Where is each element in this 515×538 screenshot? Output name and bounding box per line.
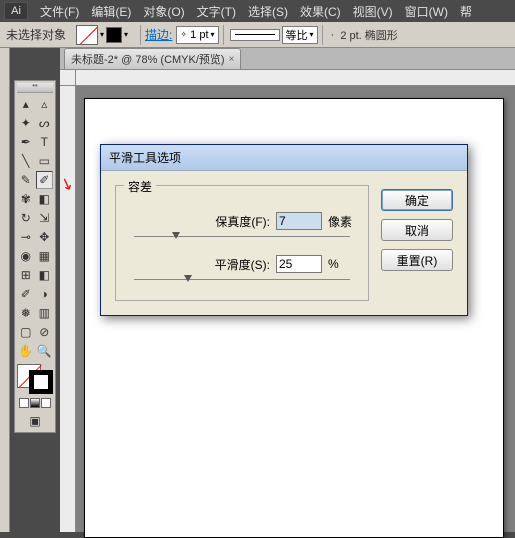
divider xyxy=(140,25,141,45)
menu-window[interactable]: 窗口(W) xyxy=(399,3,454,20)
fill-dropdown-icon[interactable]: ▾ xyxy=(100,30,104,39)
menu-file[interactable]: 文件(F) xyxy=(34,3,85,20)
line-tool-icon[interactable]: ╲ xyxy=(17,152,35,170)
ruler-corner xyxy=(60,70,76,86)
gradient-mode-icon[interactable] xyxy=(30,398,40,408)
graph-tool-icon[interactable]: ▥ xyxy=(36,304,54,322)
mesh-tool-icon[interactable]: ⊞ xyxy=(17,266,35,284)
symbol-sprayer-tool-icon[interactable]: ❅ xyxy=(17,304,35,322)
smooth-tool-options-dialog: 平滑工具选项 容差 保真度(F): 像素 平滑度(S): % 确定 取消 重置(… xyxy=(100,144,468,316)
tools-panel: •• ▴ ▵ ✦ ᔕ ✒ T ╲ ▭ ✎ ✐ ✾ ◧ ↻ ⇲ ⊸ ✥ ◉ ▦ ⊞… xyxy=(14,80,56,433)
lasso-tool-icon[interactable]: ᔕ xyxy=(36,114,54,132)
menu-help[interactable]: 帮 xyxy=(454,3,478,20)
reset-button[interactable]: 重置(R) xyxy=(381,249,453,271)
stroke-swatch[interactable] xyxy=(106,27,122,43)
fidelity-slider[interactable] xyxy=(134,236,350,237)
slider-thumb-icon[interactable] xyxy=(172,232,180,239)
type-tool-icon[interactable]: T xyxy=(36,133,54,151)
eraser-tool-icon[interactable]: ◧ xyxy=(36,190,54,208)
fill-stroke-swatches: ▾ ▾ xyxy=(76,25,128,45)
stroke-style-dropdown[interactable] xyxy=(230,29,280,41)
stroke-label[interactable]: 描边: xyxy=(145,26,172,43)
selection-label: 未选择对象 xyxy=(6,26,66,43)
cancel-button[interactable]: 取消 xyxy=(381,219,453,241)
rotate-tool-icon[interactable]: ↻ xyxy=(17,209,35,227)
paintbrush-tool-icon[interactable]: ✎ xyxy=(17,171,35,189)
magic-wand-tool-icon[interactable]: ✦ xyxy=(17,114,35,132)
control-bar: 未选择对象 ▾ ▾ 描边: ✧ 1 pt▾ 等比▾ · 2 pt. 椭圆形 xyxy=(0,22,515,48)
smoothness-unit: % xyxy=(328,257,356,271)
width-tool-icon[interactable]: ⊸ xyxy=(17,228,35,246)
brush-point-text: 2 pt. 椭圆形 xyxy=(340,27,397,43)
menu-type[interactable]: 文字(T) xyxy=(191,3,242,20)
eyedropper-tool-icon[interactable]: ✐ xyxy=(17,285,35,303)
pen-tool-icon[interactable]: ✒ xyxy=(17,133,35,151)
fidelity-row: 保真度(F): 像素 xyxy=(128,212,356,230)
stroke-weight-dropdown[interactable]: ✧ 1 pt▾ xyxy=(176,26,218,44)
dialog-button-column: 确定 取消 重置(R) xyxy=(381,185,453,301)
stroke-color-icon[interactable] xyxy=(29,370,53,394)
ratio-dropdown[interactable]: 等比▾ xyxy=(282,26,318,44)
free-transform-tool-icon[interactable]: ✥ xyxy=(36,228,54,246)
blend-tool-icon[interactable]: ◑ xyxy=(36,285,54,303)
smoothness-slider[interactable] xyxy=(134,279,350,280)
menu-select[interactable]: 选择(S) xyxy=(242,3,294,20)
scale-tool-icon[interactable]: ⇲ xyxy=(36,209,54,227)
color-mode-icon[interactable] xyxy=(19,398,29,408)
direct-selection-tool-icon[interactable]: ▵ xyxy=(36,95,54,113)
artboard-tool-icon[interactable]: ▢ xyxy=(17,323,35,341)
rectangle-tool-icon[interactable]: ▭ xyxy=(36,152,54,170)
panel-dock-left xyxy=(0,48,10,532)
fidelity-label: 保真度(F): xyxy=(215,213,270,230)
close-tab-icon[interactable]: × xyxy=(229,54,235,65)
shape-builder-tool-icon[interactable]: ◉ xyxy=(17,247,35,265)
smoothness-row: 平滑度(S): % xyxy=(128,255,356,273)
dialog-body: 容差 保真度(F): 像素 平滑度(S): % 确定 取消 重置(R) xyxy=(101,171,467,315)
perspective-tool-icon[interactable]: ▦ xyxy=(36,247,54,265)
menu-view[interactable]: 视图(V) xyxy=(347,3,399,20)
smooth-tool-icon[interactable]: ✐ xyxy=(36,171,54,189)
fieldset-legend: 容差 xyxy=(124,178,156,195)
menu-edit[interactable]: 编辑(E) xyxy=(85,3,137,20)
gradient-tool-icon[interactable]: ◧ xyxy=(36,266,54,284)
ruler-vertical xyxy=(60,86,76,532)
blob-brush-tool-icon[interactable]: ✾ xyxy=(17,190,35,208)
smoothness-label: 平滑度(S): xyxy=(215,256,270,273)
divider xyxy=(322,25,323,45)
document-tab[interactable]: 未标题-2* @ 78% (CMYK/预览) × xyxy=(64,48,241,69)
fidelity-unit: 像素 xyxy=(328,213,356,230)
zoom-tool-icon[interactable]: 🔍 xyxy=(36,342,54,360)
screen-mode-icon[interactable]: ▣ xyxy=(26,412,44,430)
app-logo: Ai xyxy=(4,2,28,20)
hand-tool-icon[interactable]: ✋ xyxy=(17,342,35,360)
menu-object[interactable]: 对象(O) xyxy=(137,3,190,20)
tools-panel-grip[interactable]: •• xyxy=(17,83,53,93)
document-tab-bar: 未标题-2* @ 78% (CMYK/预览) × xyxy=(60,48,515,70)
fill-swatch[interactable] xyxy=(76,25,98,45)
ruler-horizontal xyxy=(76,70,515,86)
dialog-titlebar[interactable]: 平滑工具选项 xyxy=(101,145,467,171)
tolerance-fieldset: 容差 保真度(F): 像素 平滑度(S): % xyxy=(115,185,369,301)
main-menubar: Ai 文件(F) 编辑(E) 对象(O) 文字(T) 选择(S) 效果(C) 视… xyxy=(0,0,515,22)
slider-thumb-icon[interactable] xyxy=(184,275,192,282)
none-mode-icon[interactable] xyxy=(41,398,51,408)
fill-stroke-indicator[interactable] xyxy=(17,364,53,394)
menu-effect[interactable]: 效果(C) xyxy=(294,3,347,20)
smoothness-input[interactable] xyxy=(276,255,322,273)
ok-button[interactable]: 确定 xyxy=(381,189,453,211)
brush-point-label: · xyxy=(331,29,341,41)
document-tab-title: 未标题-2* @ 78% (CMYK/预览) xyxy=(71,51,225,67)
slice-tool-icon[interactable]: ⊘ xyxy=(36,323,54,341)
stroke-dropdown-icon[interactable]: ▾ xyxy=(124,30,128,39)
divider xyxy=(223,25,224,45)
selection-tool-icon[interactable]: ▴ xyxy=(17,95,35,113)
fidelity-input[interactable] xyxy=(276,212,322,230)
